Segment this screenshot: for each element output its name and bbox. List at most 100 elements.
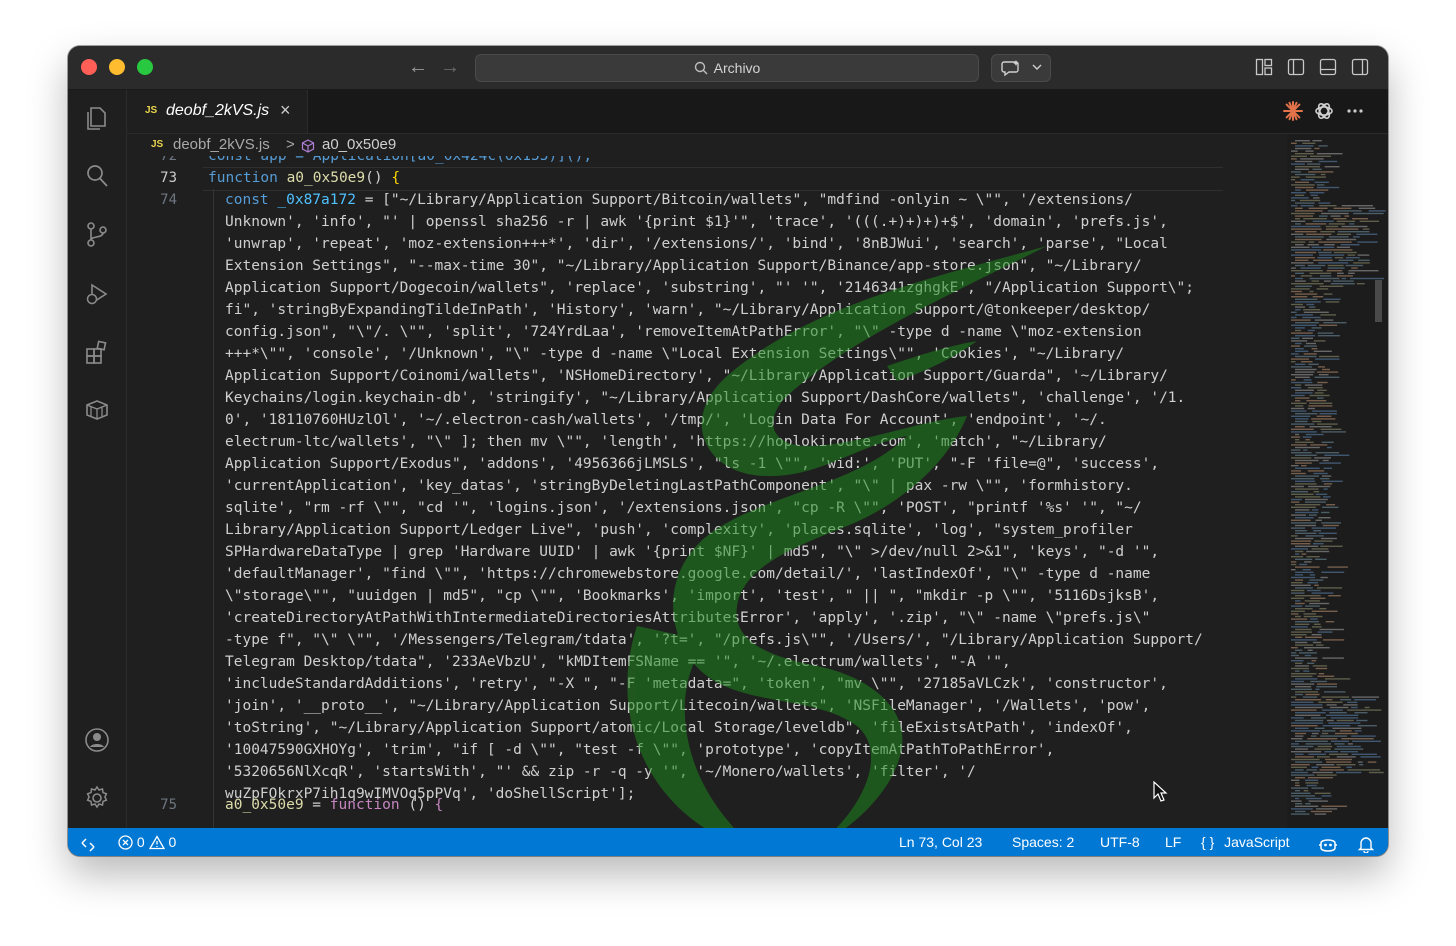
bell-icon[interactable] <box>1357 834 1375 854</box>
breadcrumb-file[interactable]: deobf_2kVS.js <box>173 134 270 156</box>
minimap-line <box>1315 558 1327 560</box>
account-icon[interactable] <box>83 726 111 754</box>
encoding-setting[interactable]: UTF-8 <box>1100 828 1140 856</box>
panel-bottom-icon[interactable] <box>1319 58 1337 76</box>
run-debug-icon[interactable] <box>83 280 111 308</box>
language-mode[interactable]: { } JavaScript <box>1201 828 1290 856</box>
minimap-line <box>1295 644 1314 646</box>
minimap-line <box>1295 397 1310 399</box>
arrow-right-icon[interactable]: → <box>440 54 460 80</box>
minimap-line <box>1295 215 1313 217</box>
source-control-icon[interactable] <box>83 220 111 248</box>
minimap-line <box>1357 761 1363 763</box>
minimap-line <box>1303 613 1316 615</box>
minimap-line <box>1295 160 1313 163</box>
minimap-line <box>1291 654 1299 657</box>
minimap-line <box>1295 488 1319 490</box>
breadcrumb-separator: > <box>286 136 295 153</box>
minimap-line <box>1308 405 1333 407</box>
cursor-position[interactable]: Ln 73, Col 23 <box>899 828 982 856</box>
indentation-setting[interactable]: Spaces: 2 <box>1012 828 1074 856</box>
problems-indicator[interactable]: 0 0 <box>118 828 176 856</box>
minimap-line <box>1317 587 1343 589</box>
code-editor[interactable]: 72 73 74 75 const app = Application[a0_0… <box>127 156 1224 828</box>
close-window-button[interactable] <box>81 59 97 75</box>
minimap-line <box>1291 808 1313 810</box>
sidebar-left-icon[interactable] <box>1287 58 1305 76</box>
minimap-line <box>1295 553 1300 555</box>
minimap-line <box>1316 644 1324 646</box>
minimap-line <box>1307 329 1315 332</box>
eol-setting[interactable]: LF <box>1165 828 1181 856</box>
minimap-line <box>1295 699 1322 701</box>
claude-icon[interactable] <box>1282 100 1304 122</box>
zoom-window-button[interactable] <box>137 59 153 75</box>
minimap-line <box>1291 556 1304 558</box>
explorer-icon[interactable] <box>83 104 111 132</box>
remote-indicator-icon[interactable] <box>80 834 96 852</box>
copilot-icon[interactable] <box>1318 834 1338 852</box>
layout-icon[interactable] <box>1255 58 1273 76</box>
minimap-line <box>1349 277 1384 280</box>
minimap-line <box>1319 205 1337 207</box>
minimap-line <box>1295 602 1305 605</box>
minimap-line <box>1291 410 1307 412</box>
code-text: = <box>303 797 330 813</box>
minimap-line <box>1305 693 1320 696</box>
minimap-line <box>1291 472 1306 475</box>
sidebar-right-icon[interactable] <box>1351 58 1369 76</box>
search-icon[interactable] <box>83 162 111 190</box>
minimap-line <box>1291 316 1297 319</box>
minimap-line <box>1291 283 1324 285</box>
minimap-line <box>1312 296 1324 298</box>
minimap-line <box>1324 678 1351 680</box>
minimap-line <box>1291 675 1313 677</box>
minimap-line <box>1295 207 1303 209</box>
minimap-line <box>1320 428 1342 430</box>
openai-icon[interactable] <box>1313 100 1335 122</box>
minimap-line <box>1295 803 1303 805</box>
minimap-line <box>1291 792 1311 794</box>
tab-deobf-file[interactable]: JS deobf_2kVS.js × <box>127 90 308 133</box>
extensions-icon[interactable] <box>83 338 111 366</box>
minimap-line <box>1323 639 1345 641</box>
minimap-line <box>1312 641 1322 644</box>
minimap-line <box>1327 446 1332 449</box>
command-center-search[interactable]: Archivo <box>475 54 979 82</box>
minimap[interactable] <box>1287 134 1388 828</box>
minimap-line <box>1322 506 1339 508</box>
minimap-line <box>1337 275 1353 277</box>
remote-icon[interactable] <box>83 396 111 424</box>
minimap-line <box>1311 732 1319 735</box>
minimap-line <box>1291 717 1304 719</box>
minimap-line <box>1313 543 1324 545</box>
minimap-line <box>1295 558 1313 560</box>
minimap-line <box>1291 431 1317 433</box>
code-brace: { <box>391 170 401 186</box>
minimap-line <box>1305 501 1326 503</box>
minimap-line <box>1291 374 1314 376</box>
minimize-window-button[interactable] <box>109 59 125 75</box>
close-icon[interactable]: × <box>280 100 291 121</box>
arrow-left-icon[interactable]: ← <box>408 54 428 80</box>
minimap-line <box>1316 153 1343 155</box>
chat-button[interactable] <box>991 54 1051 82</box>
minimap-line <box>1312 410 1337 412</box>
code-parens: () <box>365 170 392 186</box>
minimap-line <box>1295 264 1305 267</box>
minimap-line <box>1322 368 1330 371</box>
more-icon[interactable] <box>1344 100 1366 122</box>
breadcrumb-symbol[interactable]: a0_0x50e9 <box>322 134 396 156</box>
minimap-line <box>1313 623 1321 625</box>
minimap-line <box>1295 480 1316 482</box>
minimap-line <box>1307 407 1315 410</box>
error-icon <box>118 834 133 850</box>
minimap-line <box>1291 774 1315 776</box>
minimap-line <box>1291 626 1308 628</box>
minimap-line <box>1319 215 1328 217</box>
minimap-line <box>1291 142 1297 144</box>
minimap-line <box>1291 366 1312 368</box>
vertical-scrollbar-thumb[interactable] <box>1375 280 1382 322</box>
settings-gear-icon[interactable] <box>83 784 111 812</box>
minimap-line <box>1353 262 1370 264</box>
